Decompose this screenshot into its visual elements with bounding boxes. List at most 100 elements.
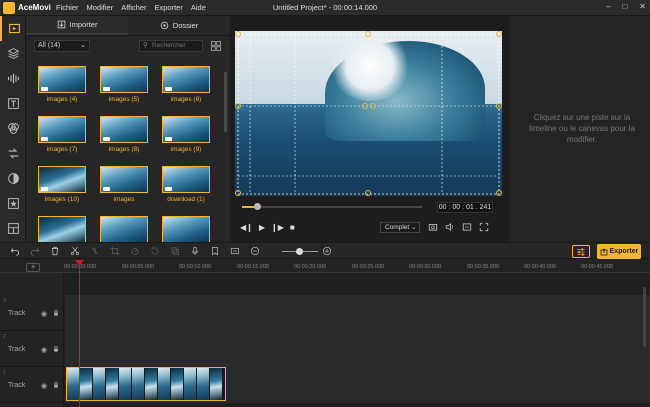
timeline-ruler[interactable]: + 00:00:00.000 00:00:05.000 00:00:10.000… (0, 259, 650, 273)
sidebar-templates[interactable] (0, 216, 26, 241)
resize-handle[interactable] (235, 103, 241, 109)
timeline-scrollbar[interactable] (643, 287, 646, 347)
media-search-input[interactable]: ⚲ Rechercher (139, 40, 203, 52)
sidebar-layers[interactable] (0, 41, 26, 66)
audio-settings-button[interactable] (572, 245, 590, 258)
zoom-in-icon[interactable] (322, 246, 332, 256)
delete-icon[interactable] (50, 246, 60, 256)
clip-frame (67, 368, 79, 400)
sidebar-audio[interactable] (0, 66, 26, 91)
media-item[interactable]: images (98, 166, 150, 216)
sidebar-transitions[interactable] (0, 141, 26, 166)
media-item[interactable] (160, 216, 212, 242)
properties-panel: Cliquez sur une piste sur la timeline ou… (508, 16, 650, 242)
eye-icon[interactable]: ◉ (41, 382, 47, 390)
fit-timeline-icon[interactable] (230, 246, 240, 256)
preview-panel: 00 : 00 : 01 . 241 ◀❙ ▶ ❙▶ ■ Complet ⌄ (230, 16, 508, 242)
media-item[interactable] (98, 216, 150, 242)
media-item[interactable]: images (9) (160, 116, 212, 166)
tab-importer[interactable]: Importer (26, 16, 128, 35)
media-item[interactable]: images (6) (160, 66, 212, 116)
zoom-slider-knob[interactable] (296, 248, 303, 255)
tab-dossier[interactable]: Dossier (128, 16, 230, 35)
lock-icon[interactable] (53, 310, 59, 316)
close-icon[interactable]: ✕ (639, 2, 646, 11)
sidebar-elements[interactable] (0, 191, 26, 216)
aspect-ratio-icon[interactable] (462, 222, 472, 232)
track-lane[interactable] (65, 295, 650, 331)
copy-icon[interactable] (170, 246, 180, 256)
lock-icon[interactable] (53, 382, 59, 388)
microphone-icon[interactable] (190, 246, 200, 256)
media-scrollbar[interactable] (224, 72, 227, 132)
zoom-out-icon[interactable] (250, 246, 260, 256)
video-clip[interactable] (66, 367, 226, 401)
media-item[interactable] (36, 216, 88, 242)
cut-icon[interactable] (70, 246, 80, 256)
undo-icon[interactable] (10, 246, 20, 256)
speed-icon[interactable] (130, 246, 140, 256)
menu-modifier[interactable]: Modifier (87, 3, 114, 12)
add-track-button[interactable]: + (26, 263, 40, 272)
resize-handle[interactable] (235, 31, 241, 37)
track-row[interactable]: 3 Track ◉ (0, 295, 650, 331)
resize-handle[interactable] (365, 190, 371, 196)
previous-frame-icon[interactable]: ◀❙ (240, 223, 253, 232)
eye-icon[interactable]: ◉ (41, 346, 47, 354)
track-lane[interactable] (65, 331, 650, 367)
media-item-label: images (9) (170, 146, 202, 153)
menu-afficher[interactable]: Afficher (121, 3, 146, 12)
media-item[interactable]: images (4) (36, 66, 88, 116)
progress-knob[interactable] (254, 203, 261, 210)
play-icon[interactable]: ▶ (259, 223, 265, 232)
playhead[interactable] (79, 262, 80, 407)
eye-icon[interactable]: ◉ (41, 310, 47, 318)
minimize-icon[interactable]: – (606, 2, 610, 11)
resize-handle[interactable] (496, 31, 502, 37)
sidebar-effects[interactable] (0, 116, 26, 141)
export-button[interactable]: Exporter (597, 244, 641, 259)
lock-icon[interactable] (53, 346, 59, 352)
rotate-handle[interactable] (370, 103, 376, 109)
rotate-icon[interactable] (150, 246, 160, 256)
rotate-handle[interactable] (362, 103, 368, 109)
clip-frame (132, 368, 144, 400)
preview-progress-bar[interactable] (242, 203, 422, 210)
preview-canvas[interactable] (235, 31, 502, 196)
media-item-label: images (5) (108, 96, 140, 103)
media-item[interactable]: images (8) (98, 116, 150, 166)
redo-icon[interactable] (30, 246, 40, 256)
tab-dossier-label: Dossier (172, 21, 199, 30)
maximize-icon[interactable]: □ (622, 2, 627, 11)
resize-handle[interactable] (496, 103, 502, 109)
image-type-icon (41, 87, 48, 91)
resize-handle[interactable] (365, 31, 371, 37)
resize-handle[interactable] (235, 190, 241, 196)
menu-exporter[interactable]: Exporter (155, 3, 183, 12)
sidebar-media[interactable] (0, 16, 26, 41)
crop-icon[interactable] (110, 246, 120, 256)
sidebar-text[interactable] (0, 91, 26, 116)
search-icon: ⚲ (143, 42, 148, 49)
media-item[interactable]: download (1) (160, 166, 212, 216)
ruler-label: 00:00:30.000 (409, 264, 442, 270)
split-icon[interactable] (90, 246, 100, 256)
media-item[interactable]: images (7) (36, 116, 88, 166)
media-item[interactable]: images (5) (98, 66, 150, 116)
media-item[interactable]: images (10) (36, 166, 88, 216)
media-filter-dropdown[interactable]: All (14) ⌄ (34, 40, 90, 52)
track-row[interactable]: 2 Track ◉ (0, 331, 650, 367)
quality-select[interactable]: Complet ⌄ (380, 222, 420, 233)
sidebar-filters[interactable] (0, 166, 26, 191)
fullscreen-icon[interactable] (479, 222, 489, 232)
marker-icon[interactable] (210, 246, 220, 256)
stop-icon[interactable]: ■ (290, 223, 295, 232)
resize-handle[interactable] (496, 190, 502, 196)
media-item-label: images (8) (108, 146, 140, 153)
next-frame-icon[interactable]: ❙▶ (271, 223, 284, 232)
snapshot-icon[interactable] (428, 222, 438, 232)
grid-view-icon[interactable] (210, 40, 222, 52)
volume-icon[interactable] (445, 222, 455, 232)
menu-fichier[interactable]: Fichier (56, 3, 79, 12)
menu-aide[interactable]: Aide (191, 3, 206, 12)
